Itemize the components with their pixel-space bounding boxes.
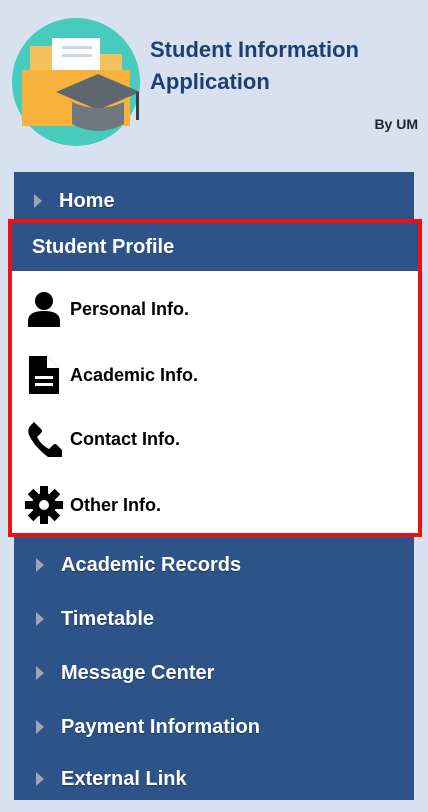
profile-item-label: Other Info. bbox=[70, 494, 161, 515]
profile-item-label: Personal Info. bbox=[70, 298, 190, 319]
nav-item-message-center[interactable]: Message Center bbox=[14, 648, 414, 698]
app-title-line-2: Application bbox=[150, 69, 270, 94]
caret-right-icon bbox=[36, 772, 44, 786]
caret-right-icon bbox=[36, 720, 44, 734]
app-title: Student Information Application bbox=[150, 34, 410, 98]
nav-item-label: Timetable bbox=[61, 607, 154, 630]
profile-item-contact-info[interactable]: Contact Info. bbox=[12, 411, 418, 467]
app-logo-icon bbox=[12, 18, 140, 146]
nav-item-label: Payment Information bbox=[61, 715, 260, 738]
profile-item-other-info[interactable]: Other Info. bbox=[12, 477, 418, 533]
profile-item-personal-info[interactable]: Personal Info. bbox=[12, 281, 418, 337]
profile-item-academic-info[interactable]: Academic Info. bbox=[12, 347, 418, 403]
byline: By UM bbox=[374, 116, 418, 132]
caret-right-icon bbox=[36, 666, 44, 680]
user-icon bbox=[24, 289, 64, 329]
caret-right-icon bbox=[34, 194, 42, 208]
caret-right-icon bbox=[36, 558, 44, 572]
nav-item-external-link[interactable]: External Link bbox=[14, 754, 414, 804]
nav-item-academic-records[interactable]: Academic Records bbox=[14, 540, 414, 590]
phone-icon bbox=[24, 419, 64, 459]
profile-item-label: Academic Info. bbox=[70, 364, 199, 385]
student-profile-header[interactable]: Student Profile bbox=[12, 223, 418, 271]
nav-item-timetable[interactable]: Timetable bbox=[14, 594, 414, 644]
nav-item-payment-information[interactable]: Payment Information bbox=[14, 702, 414, 752]
nav-item-label: Home bbox=[59, 189, 115, 212]
nav-item-label: External Link bbox=[61, 767, 187, 790]
gear-icon bbox=[24, 485, 64, 525]
caret-right-icon bbox=[36, 612, 44, 626]
app-header: Student Information Application By UM bbox=[0, 0, 428, 168]
app-title-line-1: Student Information bbox=[150, 37, 359, 62]
student-profile-section: Student Profile Personal Info. Academic … bbox=[8, 219, 422, 537]
document-icon bbox=[24, 355, 64, 395]
nav-item-label: Message Center bbox=[61, 661, 215, 684]
profile-item-label: Contact Info. bbox=[70, 428, 180, 449]
nav-item-label: Academic Records bbox=[61, 553, 242, 576]
